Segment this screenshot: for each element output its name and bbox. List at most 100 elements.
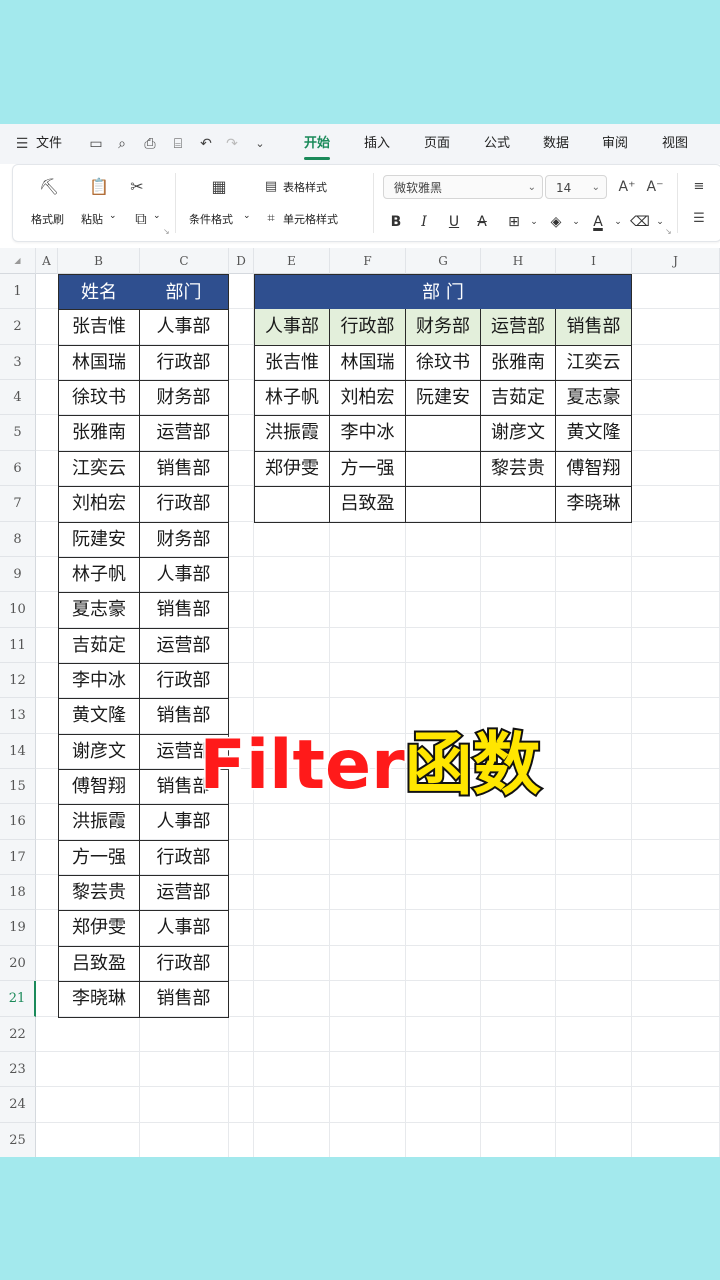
cell-name[interactable]: 江奕云 bbox=[58, 450, 140, 488]
row-header-1[interactable]: 1 bbox=[0, 274, 36, 310]
cell-department[interactable]: 行政部 bbox=[139, 839, 229, 877]
cell-name[interactable]: 吕致盈 bbox=[58, 945, 140, 983]
row-header-12[interactable]: 12 bbox=[0, 662, 36, 699]
cell-name[interactable]: 方一强 bbox=[58, 839, 140, 877]
row-header-5[interactable]: 5 bbox=[0, 415, 36, 451]
result-cell[interactable]: 李晓琳 bbox=[556, 486, 632, 523]
decrease-font-icon[interactable]: A⁻ bbox=[643, 175, 667, 199]
cell-name[interactable]: 黄文隆 bbox=[58, 698, 140, 735]
column-header-a[interactable]: A bbox=[36, 248, 58, 274]
conditional-format-dropdown-icon[interactable]: ⌄ bbox=[243, 211, 251, 221]
paste-button[interactable]: 粘贴 bbox=[81, 211, 103, 227]
table-style-button[interactable]: 表格样式 bbox=[283, 179, 327, 195]
tab-insert[interactable]: 插入 bbox=[364, 124, 390, 164]
row-header-16[interactable]: 16 bbox=[0, 804, 36, 840]
copy-dropdown-icon[interactable]: ⌄ bbox=[153, 211, 161, 221]
cell-department[interactable]: 人事部 bbox=[139, 309, 229, 346]
cell-name[interactable]: 张雅南 bbox=[58, 415, 140, 452]
row-header-9[interactable]: 9 bbox=[0, 556, 36, 593]
result-cell[interactable] bbox=[406, 415, 481, 452]
row-header-2[interactable]: 2 bbox=[0, 309, 36, 345]
italic-icon[interactable]: I bbox=[413, 211, 435, 233]
underline-icon[interactable]: U bbox=[443, 211, 465, 233]
tab-data[interactable]: 数据 bbox=[543, 124, 569, 164]
tab-view[interactable]: 视图 bbox=[662, 124, 688, 164]
row-header-21[interactable]: 21 bbox=[0, 981, 36, 1017]
row-header-19[interactable]: 19 bbox=[0, 910, 36, 946]
row-header-24[interactable]: 24 bbox=[0, 1087, 36, 1123]
font-expand-icon[interactable]: ↘ bbox=[665, 227, 672, 236]
cell-department[interactable]: 行政部 bbox=[139, 945, 229, 983]
result-cell[interactable] bbox=[406, 450, 481, 488]
paste-icon[interactable]: 📋 bbox=[87, 175, 111, 199]
file-menu[interactable]: 文件 bbox=[36, 124, 62, 164]
save-icon[interactable]: ▭ bbox=[86, 134, 106, 154]
header-department[interactable]: 部门 bbox=[139, 274, 229, 311]
tab-review[interactable]: 审阅 bbox=[602, 124, 628, 164]
print-icon[interactable]: ⎙ bbox=[140, 134, 160, 154]
column-header-f[interactable]: F bbox=[330, 248, 406, 274]
row-header-17[interactable]: 17 bbox=[0, 839, 36, 876]
cell-department[interactable]: 销售部 bbox=[139, 592, 229, 629]
column-header-c[interactable]: C bbox=[140, 248, 229, 274]
result-cell[interactable]: 方一强 bbox=[330, 450, 406, 488]
result-cell[interactable]: 刘柏宏 bbox=[330, 380, 406, 417]
row-header-3[interactable]: 3 bbox=[0, 344, 36, 381]
row-header-11[interactable]: 11 bbox=[0, 627, 36, 663]
border-icon[interactable]: ⊞ bbox=[503, 211, 525, 233]
worksheet-grid[interactable]: ◢ A B C D E F G H I J 1 2 3 4 5 6 7 8 9 10 11 12 13 14 15 16 17 18 1… bbox=[0, 248, 720, 1157]
bold-icon[interactable]: B bbox=[385, 211, 407, 233]
tab-home[interactable]: 开始 bbox=[304, 124, 331, 164]
result-header-cell[interactable]: 人事部 bbox=[254, 309, 330, 346]
strikethrough-icon[interactable]: A bbox=[471, 211, 493, 233]
result-cell[interactable] bbox=[254, 486, 330, 523]
row-header-4[interactable]: 4 bbox=[0, 380, 36, 416]
row-header-7[interactable]: 7 bbox=[0, 486, 36, 522]
cell-department[interactable]: 行政部 bbox=[139, 486, 229, 523]
cell-department[interactable]: 行政部 bbox=[139, 662, 229, 700]
cell-department[interactable]: 财务部 bbox=[139, 380, 229, 417]
row-header-8[interactable]: 8 bbox=[0, 521, 36, 557]
fill-dropdown-icon[interactable]: ⌄ bbox=[565, 211, 587, 233]
chevron-down-icon[interactable]: ⌄ bbox=[250, 134, 270, 154]
cell-name[interactable]: 李中冰 bbox=[58, 662, 140, 700]
align-top-icon[interactable]: ≡ bbox=[687, 175, 711, 199]
cell-department[interactable]: 行政部 bbox=[139, 344, 229, 382]
row-header-25[interactable]: 25 bbox=[0, 1122, 36, 1157]
row-header-14[interactable]: 14 bbox=[0, 733, 36, 770]
cell-name[interactable]: 黎芸贵 bbox=[58, 875, 140, 912]
tab-page[interactable]: 页面 bbox=[424, 124, 450, 164]
redo-icon[interactable]: ↷ bbox=[222, 134, 242, 154]
cell-name[interactable]: 阮建安 bbox=[58, 521, 140, 558]
hamburger-icon[interactable]: ☰ bbox=[12, 134, 32, 154]
row-header-18[interactable]: 18 bbox=[0, 875, 36, 911]
cell-department[interactable]: 运营部 bbox=[139, 627, 229, 664]
cell-department[interactable]: 销售部 bbox=[139, 981, 229, 1018]
paste-dropdown-icon[interactable]: ⌄ bbox=[109, 211, 117, 221]
column-header-i[interactable]: I bbox=[556, 248, 632, 274]
clear-format-icon[interactable]: ⌫ bbox=[629, 211, 651, 233]
result-cell[interactable]: 黎芸贵 bbox=[481, 450, 556, 488]
cell-department[interactable]: 运营部 bbox=[139, 875, 229, 912]
header-name[interactable]: 姓名 bbox=[58, 274, 140, 311]
result-header-cell[interactable]: 财务部 bbox=[406, 309, 481, 346]
result-header-cell[interactable]: 行政部 bbox=[330, 309, 406, 346]
cut-icon[interactable]: ✂ bbox=[125, 175, 149, 199]
conditional-format-icon[interactable]: ▦ bbox=[207, 175, 231, 199]
increase-font-icon[interactable]: A⁺ bbox=[615, 175, 639, 199]
font-color-dropdown-icon[interactable]: ⌄ bbox=[607, 211, 629, 233]
font-size-select[interactable]: 14 ⌄ bbox=[545, 175, 607, 199]
cell-department[interactable]: 销售部 bbox=[139, 450, 229, 488]
conditional-format-button[interactable]: 条件格式 bbox=[189, 211, 233, 227]
result-cell[interactable]: 洪振霞 bbox=[254, 415, 330, 452]
format-painter-icon[interactable]: ⛏ bbox=[37, 175, 61, 199]
result-cell[interactable]: 谢彦文 bbox=[481, 415, 556, 452]
result-title-cell[interactable]: 部 门 bbox=[254, 274, 632, 311]
font-name-select[interactable]: 微软雅黑 ⌄ bbox=[383, 175, 543, 199]
result-cell[interactable] bbox=[481, 486, 556, 523]
cell-name[interactable]: 郑伊雯 bbox=[58, 910, 140, 947]
row-header-20[interactable]: 20 bbox=[0, 945, 36, 982]
result-cell[interactable]: 吕致盈 bbox=[330, 486, 406, 523]
result-cell[interactable]: 张雅南 bbox=[481, 344, 556, 382]
undo-icon[interactable]: ↶ bbox=[196, 134, 216, 154]
